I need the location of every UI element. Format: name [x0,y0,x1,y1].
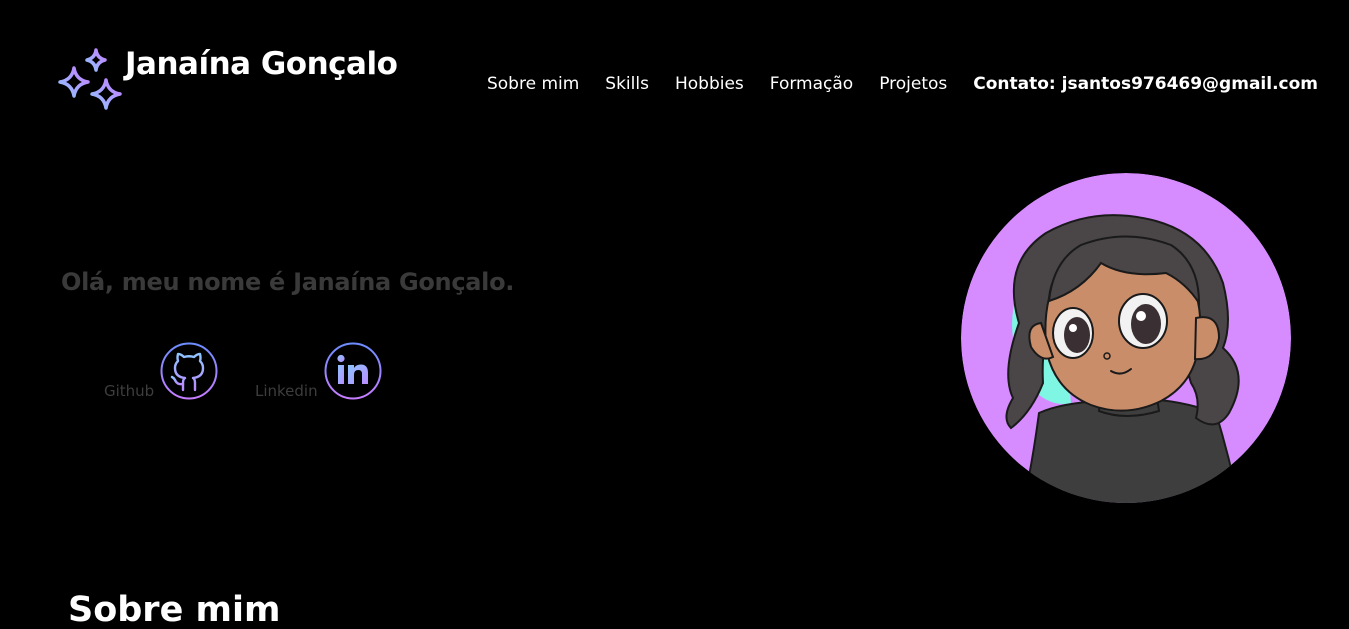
github-label: Github [104,382,155,400]
brand-name[interactable]: Janaína Gonçalo [125,46,398,82]
site-header: Janaína Gonçalo Sobre mim Skills Hobbies… [0,0,1349,130]
main-nav: Sobre mim Skills Hobbies Formação Projet… [461,74,1318,94]
sparkles-icon [58,48,122,110]
nav-item-hobbies[interactable]: Hobbies [675,74,744,94]
nav-item-projetos[interactable]: Projetos [879,74,947,94]
nav-item-formacao[interactable]: Formação [770,74,853,94]
github-icon[interactable] [160,342,218,400]
section-title-sobre-mim: Sobre mim [68,590,281,629]
linkedin-label: Linkedin [255,382,318,400]
social-github: Github [104,342,218,400]
nav-item-sobre-mim[interactable]: Sobre mim [487,74,579,94]
contact-email[interactable]: Contato: jsantos976469@gmail.com [973,74,1318,94]
avatar-illustration [961,173,1291,503]
hero-greeting: Olá, meu nome é Janaína Gonçalo. [61,268,515,296]
nav-item-skills[interactable]: Skills [605,74,649,94]
social-linkedin: Linkedin [255,342,382,400]
linkedin-icon[interactable] [324,342,382,400]
